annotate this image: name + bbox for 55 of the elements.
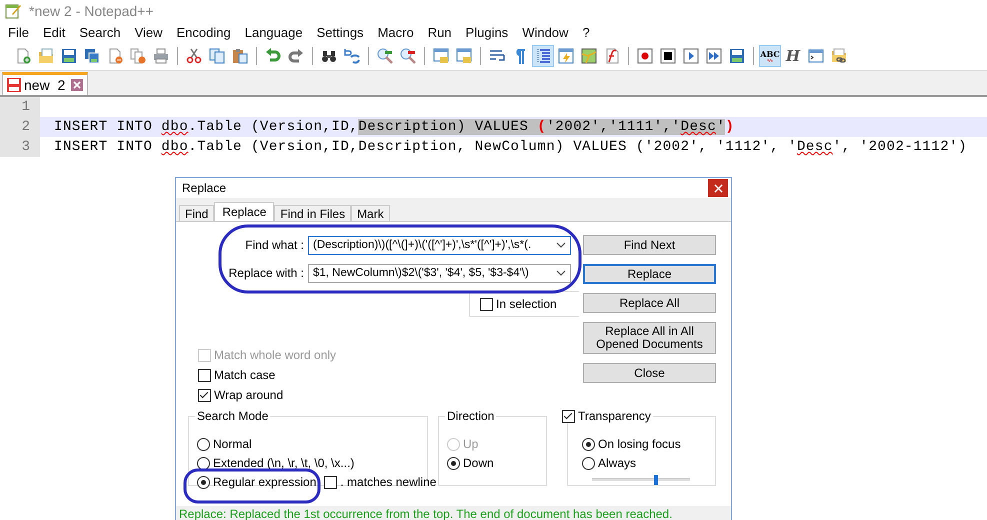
code-line: INSERT INTO dbo.Table (Version,ID,Description, NewColumn) VALUES ('2002', '1112', 'Desc', '2002-1112') (54, 139, 968, 155)
dialog-button[interactable]: Close (583, 363, 716, 383)
radio-button[interactable]: Down (447, 456, 538, 470)
group-title: Search Mode (195, 409, 270, 423)
menu-item[interactable]: Plugins (458, 24, 516, 40)
in-selection-checkbox[interactable]: In selection (480, 297, 557, 311)
option-checkbox[interactable]: Match case (198, 368, 571, 382)
slider-thumb[interactable] (654, 475, 658, 485)
close-button[interactable] (708, 179, 728, 197)
line-number: 3 (0, 137, 40, 157)
menu-item[interactable]: Search (72, 24, 128, 40)
menu-item[interactable]: ? (575, 24, 597, 40)
radio-button[interactable]: Normal (197, 437, 419, 451)
menu-item[interactable]: Settings (310, 24, 371, 40)
dialog-tab[interactable]: Replace (214, 202, 274, 221)
save-icon (7, 78, 21, 92)
caret-icon[interactable] (556, 242, 566, 248)
dialog-tab[interactable]: Find (179, 205, 214, 221)
menu-item[interactable]: Edit (36, 24, 72, 40)
find-what-field[interactable]: (Description)\)([^\(]+)\('([^']+)',\s*'([^']+)',\s*(. (308, 236, 571, 254)
dialog-title: Replace (182, 181, 226, 195)
menu-item[interactable]: Macro (370, 24, 421, 40)
transparency-checkbox[interactable]: Transparency (560, 409, 653, 423)
dialog-tab[interactable]: Mark (351, 205, 390, 221)
code-line: INSERT INTO dbo.Table (Version,ID,Description) VALUES ('2002','1111','Desc') (54, 119, 734, 135)
line-number: 2 (0, 117, 40, 137)
menu-item[interactable]: Run (420, 24, 459, 40)
menu-item[interactable]: View (128, 24, 170, 40)
radio-button[interactable]: Always (582, 456, 707, 470)
matches-newline-checkbox[interactable]: . matches newline (324, 475, 436, 489)
indent-guide-icon[interactable] (532, 45, 554, 67)
dialog-button[interactable]: Replace All (583, 293, 716, 313)
close-icon (714, 184, 722, 192)
option-checkbox[interactable]: Wrap around (198, 388, 571, 402)
close-icon[interactable] (71, 79, 84, 91)
caret-icon[interactable] (556, 270, 566, 276)
radio-button[interactable]: Extended (\n, \r, \t, \0, \x...) (197, 456, 419, 470)
window-title: *new 2 - Notepad++ (29, 3, 154, 19)
group-title: Direction (445, 409, 496, 423)
menu-item[interactable]: File (1, 24, 36, 40)
find-what-label: Find what : (245, 238, 304, 252)
dialog-button[interactable]: Find Next (583, 235, 716, 255)
line-number: 1 (0, 97, 40, 117)
replace-with-label: Replace with : (228, 266, 304, 280)
dialog-button[interactable]: Replace (583, 264, 716, 284)
replace-with-field[interactable]: $1, NewColumn\)$2\('$3', '$4', $5, '$3-$4'\) (308, 264, 571, 282)
dialog-tab[interactable]: Find in Files (274, 205, 352, 221)
menu-item[interactable]: Encoding (170, 24, 238, 40)
radio-button[interactable]: On losing focus (582, 437, 707, 451)
menu-item[interactable]: Language (238, 24, 310, 40)
menu-item[interactable]: Window (515, 24, 576, 40)
dialog-button[interactable]: Replace All in All Opened Documents (583, 322, 716, 354)
notepad-icon (5, 3, 21, 19)
document-tab[interactable]: new 2 (2, 72, 88, 95)
spellcheck-icon[interactable]: ABC (759, 45, 781, 67)
